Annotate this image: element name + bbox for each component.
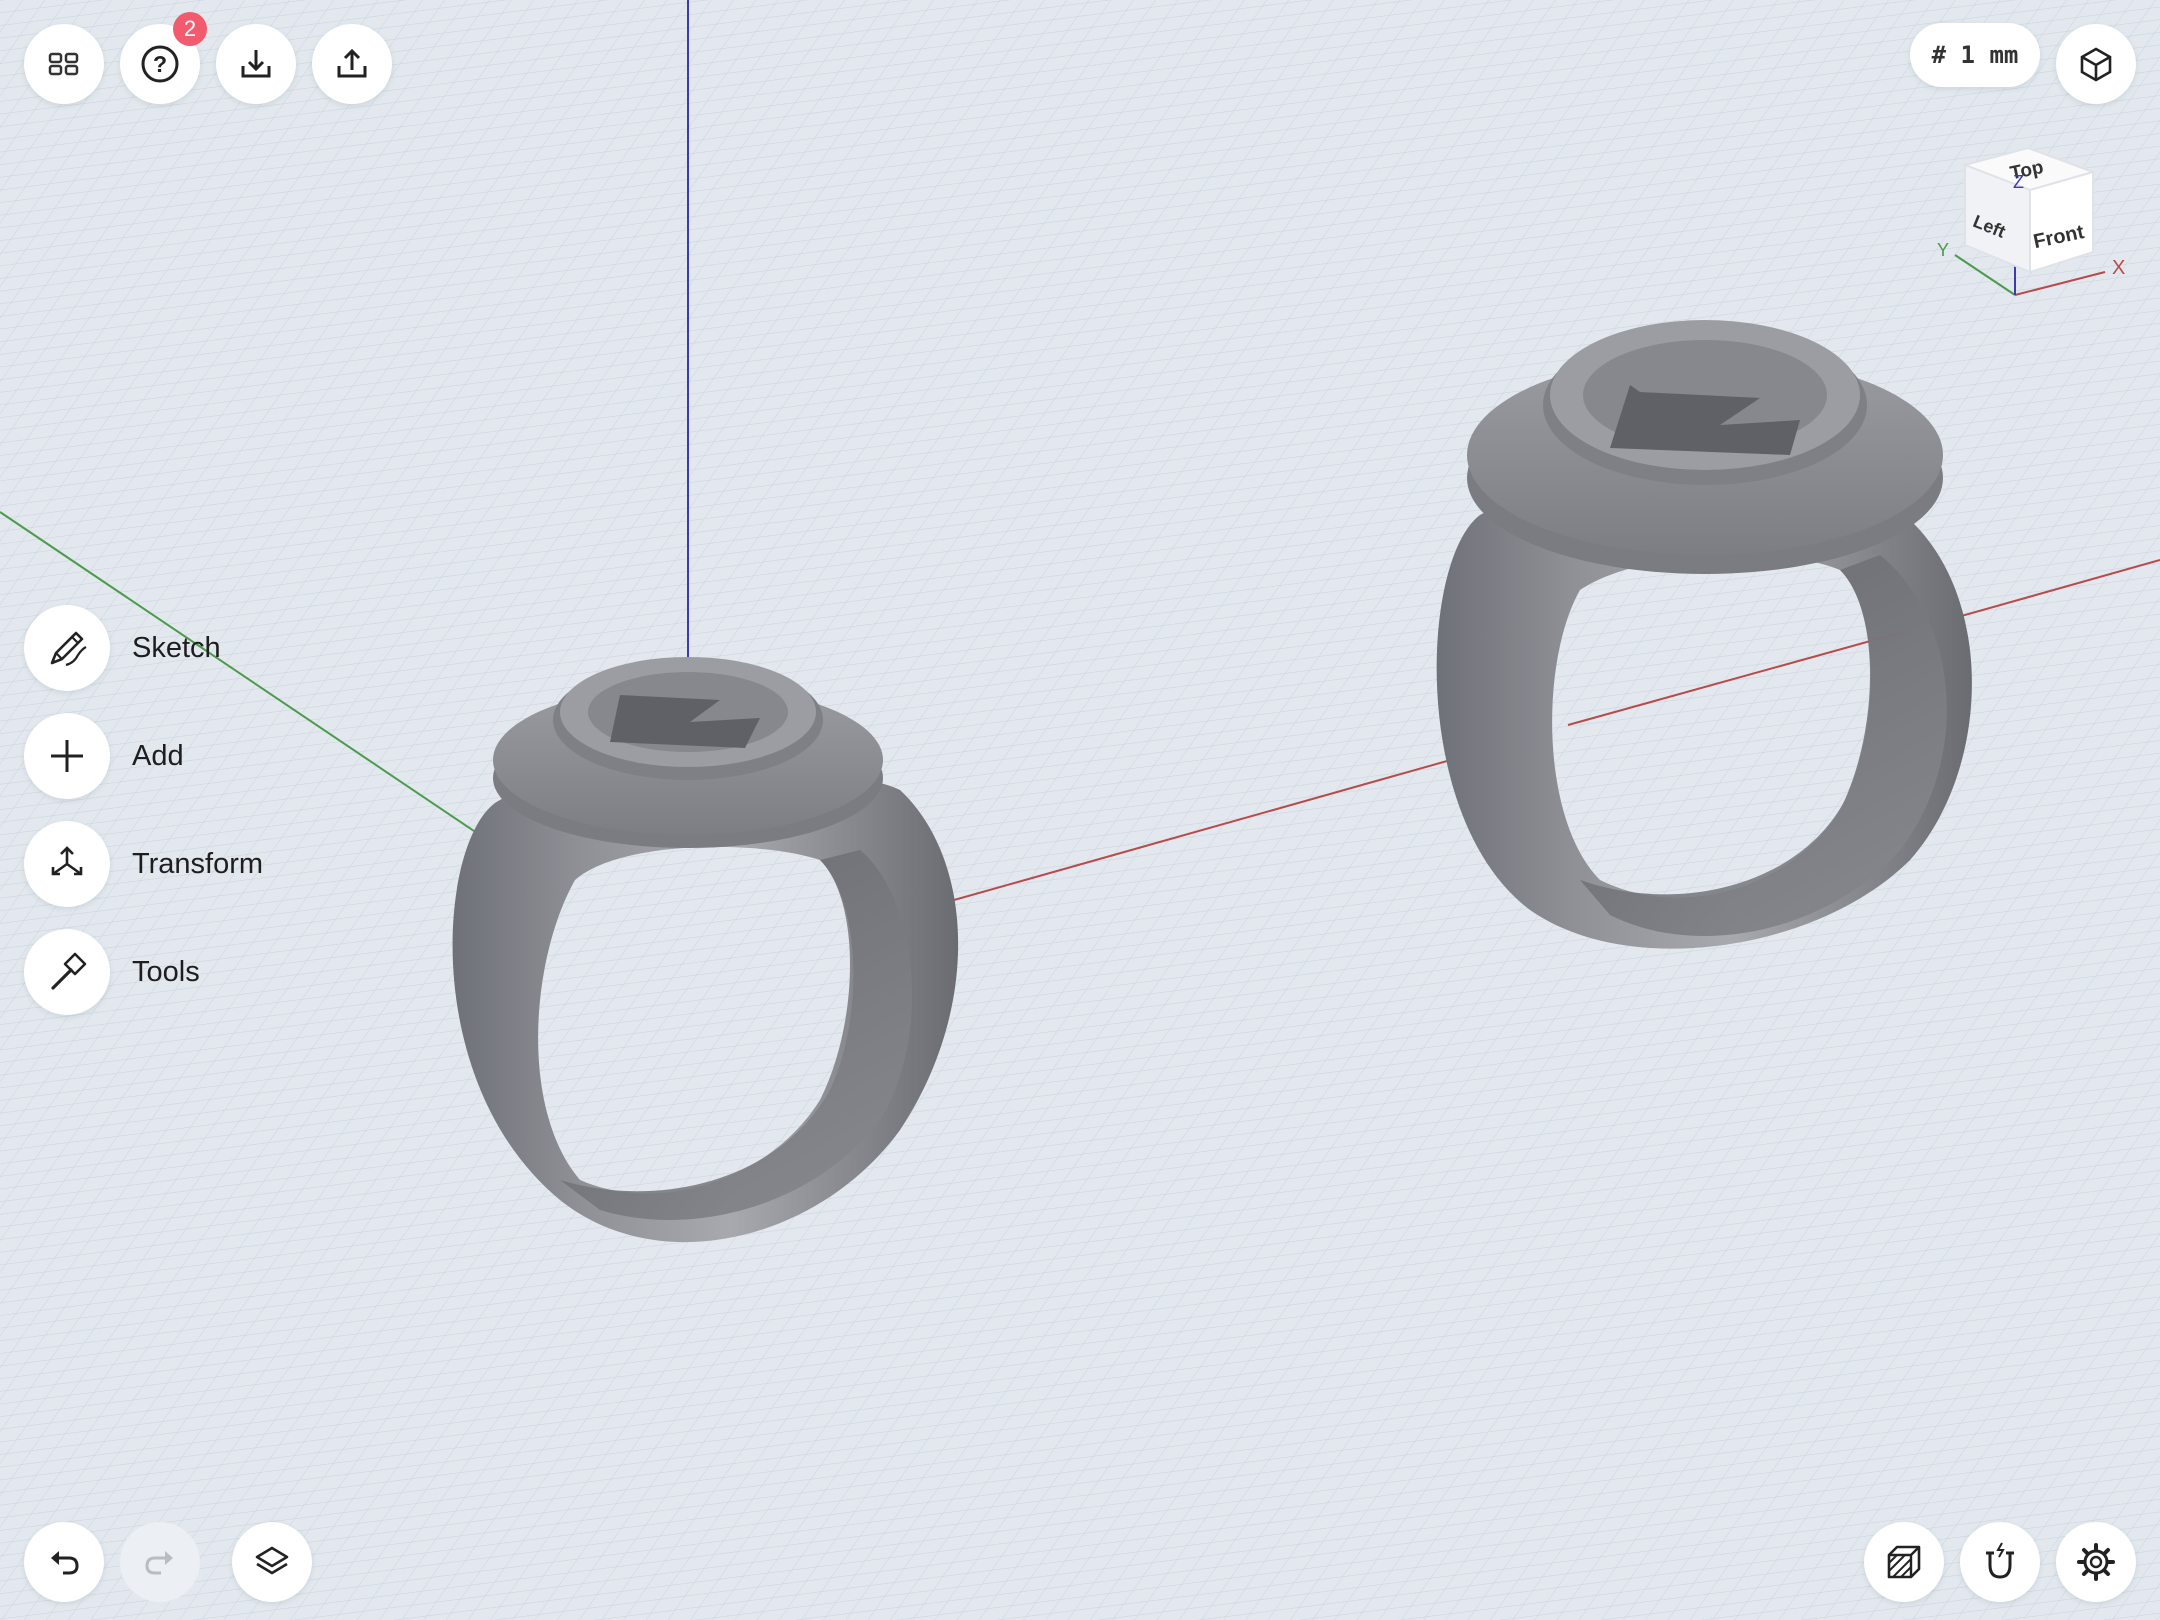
transform-label: Transform bbox=[132, 847, 264, 880]
undo-icon bbox=[51, 1551, 79, 1575]
menu-add[interactable]: Add bbox=[24, 713, 184, 799]
transform-button[interactable] bbox=[24, 821, 110, 907]
add-button[interactable] bbox=[24, 713, 110, 799]
view-mode-button[interactable] bbox=[2056, 24, 2136, 104]
question-icon: ? bbox=[141, 45, 179, 83]
plus-icon bbox=[51, 740, 83, 772]
redo-icon bbox=[145, 1551, 173, 1575]
menu-tools[interactable]: Tools bbox=[24, 929, 200, 1015]
cube-perspective-icon bbox=[2080, 47, 2112, 82]
grid-icon bbox=[48, 52, 79, 76]
axis-x-label: X bbox=[2112, 257, 2125, 279]
help-notification-badge: 2 bbox=[173, 12, 207, 46]
sketch-button[interactable] bbox=[24, 605, 110, 691]
gear-icon bbox=[2077, 1543, 2115, 1581]
settings-button[interactable] bbox=[2056, 1522, 2136, 1602]
menu-sketch[interactable]: Sketch bbox=[24, 605, 221, 691]
import-button[interactable] bbox=[216, 24, 296, 104]
hammer-icon bbox=[51, 952, 87, 990]
download-tray-icon bbox=[241, 50, 271, 78]
tools-label: Tools bbox=[132, 955, 200, 988]
axis-y-label: Y bbox=[1937, 240, 1949, 260]
ring-model-right[interactable] bbox=[1436, 320, 1972, 949]
undo-button[interactable] bbox=[24, 1522, 104, 1602]
layers-icon bbox=[255, 1546, 289, 1575]
sketch-label: Sketch bbox=[132, 631, 221, 664]
svg-text:?: ? bbox=[153, 51, 167, 77]
add-label: Add bbox=[132, 739, 184, 772]
redo-button[interactable] bbox=[120, 1522, 200, 1602]
tools-button[interactable] bbox=[24, 929, 110, 1015]
export-button[interactable] bbox=[312, 24, 392, 104]
layers-button[interactable] bbox=[232, 1522, 312, 1602]
upload-tray-icon bbox=[337, 48, 367, 78]
grid-size-button[interactable]: # 1 mm bbox=[1910, 23, 2040, 87]
pencil-sketch-icon bbox=[50, 631, 87, 667]
snap-button[interactable] bbox=[1960, 1522, 2040, 1602]
3d-viewport[interactable]: Top Left Front Z Y X bbox=[0, 0, 2160, 1620]
section-view-button[interactable] bbox=[1864, 1522, 1944, 1602]
axis-z-label: Z bbox=[2013, 172, 2024, 192]
apps-grid-button[interactable] bbox=[24, 24, 104, 104]
transform-arrows-icon bbox=[51, 846, 83, 876]
magnet-icon bbox=[1986, 1542, 2014, 1579]
menu-transform[interactable]: Transform bbox=[24, 821, 263, 907]
hatched-cube-icon bbox=[1887, 1545, 1921, 1579]
